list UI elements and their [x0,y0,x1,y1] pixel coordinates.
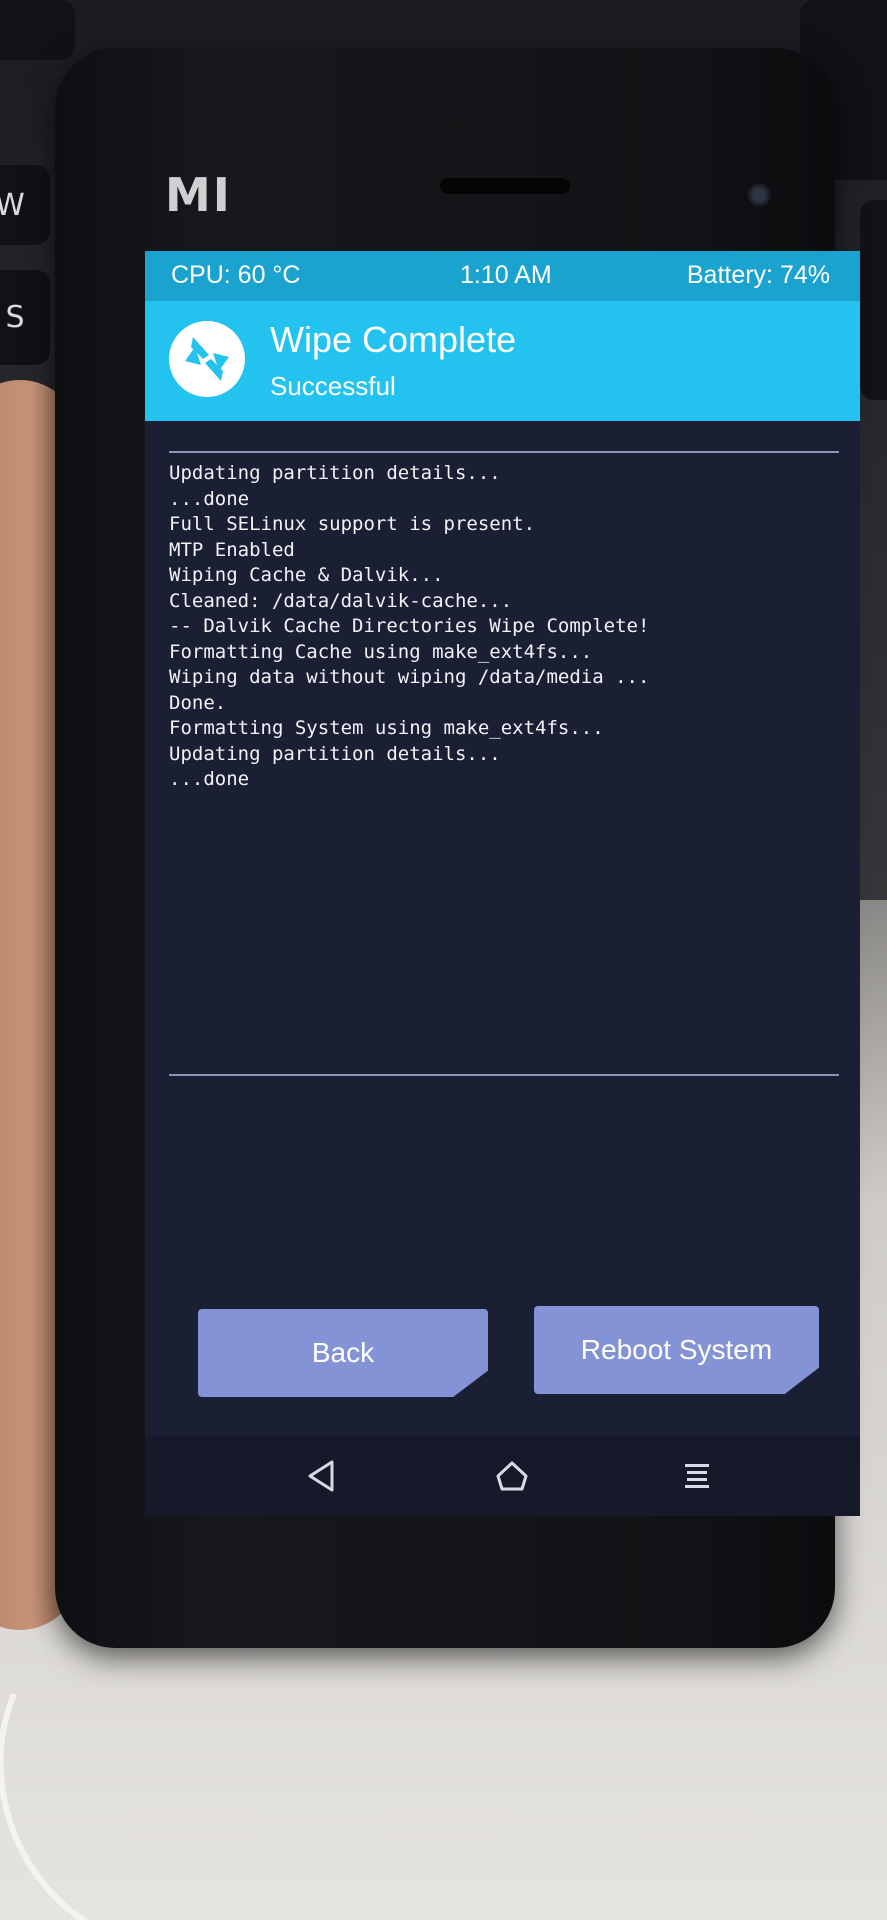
reboot-system-button[interactable]: Reboot System [534,1306,819,1394]
phone-device: MI CPU: 60 °C 1:10 AM Battery: 74% Wipe … [55,48,860,1648]
log-line: Full SELinux support is present. [169,513,536,535]
log-line: ...done [169,487,250,510]
log-line: Formatting System using make_ext4fs... [169,717,604,739]
front-camera [745,181,773,209]
log-line: Cleaned: /data/dalvik-cache... [169,589,513,612]
log-line: Updating partition details... [169,462,501,484]
twrp-screen: CPU: 60 °C 1:10 AM Battery: 74% Wipe Com… [145,251,860,1516]
log-line: Wiping Cache & Dalvik... [169,564,444,586]
back-button[interactable]: Back [198,1309,488,1397]
keyboard-key-w: W [0,165,50,245]
log-line: MTP Enabled [169,538,295,561]
status-bar: CPU: 60 °C 1:10 AM Battery: 74% [145,251,860,301]
page-subtitle: Successful [270,371,396,401]
page-title: Wipe Complete [270,319,517,360]
log-line: ...done [169,768,250,790]
cpu-temperature: CPU: 60 °C [171,261,301,289]
brand-logo: MI [165,168,232,222]
back-triangle-icon[interactable] [300,1454,344,1498]
navigation-bar [145,1436,860,1516]
log-line: Wiping data without wiping /data/media .… [169,666,650,688]
keyboard-key-s: S [0,270,50,365]
clock: 1:10 AM [460,261,552,289]
home-icon[interactable] [490,1454,534,1498]
menu-lines-icon[interactable] [675,1454,719,1498]
battery-level: Battery: 74% [686,261,830,289]
console-log[interactable]: Updating partition details... ...done Fu… [169,451,839,1076]
earpiece-speaker [440,178,570,194]
page-header: Wipe Complete Successful [145,301,860,421]
keyboard-key [860,200,887,400]
log-line: Done. [169,691,227,714]
log-line: Formatting Cache using make_ext4fs... [169,640,593,663]
keyboard-key [0,0,75,60]
twrp-logo-icon [169,321,245,397]
log-lines: Updating partition details... ...done Fu… [169,453,839,793]
log-line: Updating partition details... [169,742,501,765]
log-line: -- Dalvik Cache Directories Wipe Complet… [169,615,650,637]
